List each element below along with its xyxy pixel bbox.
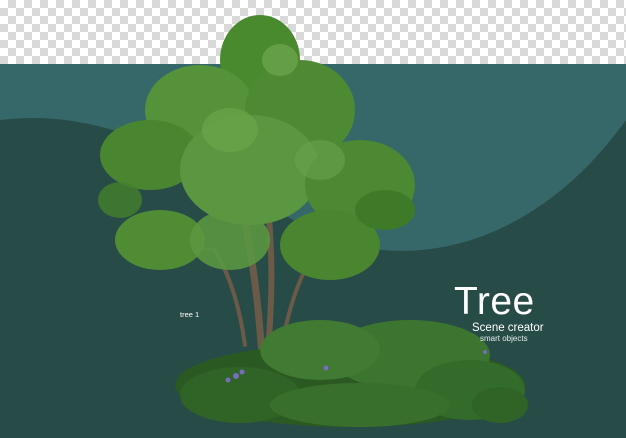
tagline: smart objects xyxy=(480,334,528,343)
shrub-bed-illustration xyxy=(175,320,528,427)
title-heading: Tree xyxy=(454,280,535,323)
scene-canvas: Tree Scene creator smart objects tree 1 xyxy=(0,0,626,438)
fern-bed xyxy=(175,320,528,427)
subtitle: Scene creator xyxy=(472,322,544,334)
object-label: tree 1 xyxy=(180,310,200,319)
